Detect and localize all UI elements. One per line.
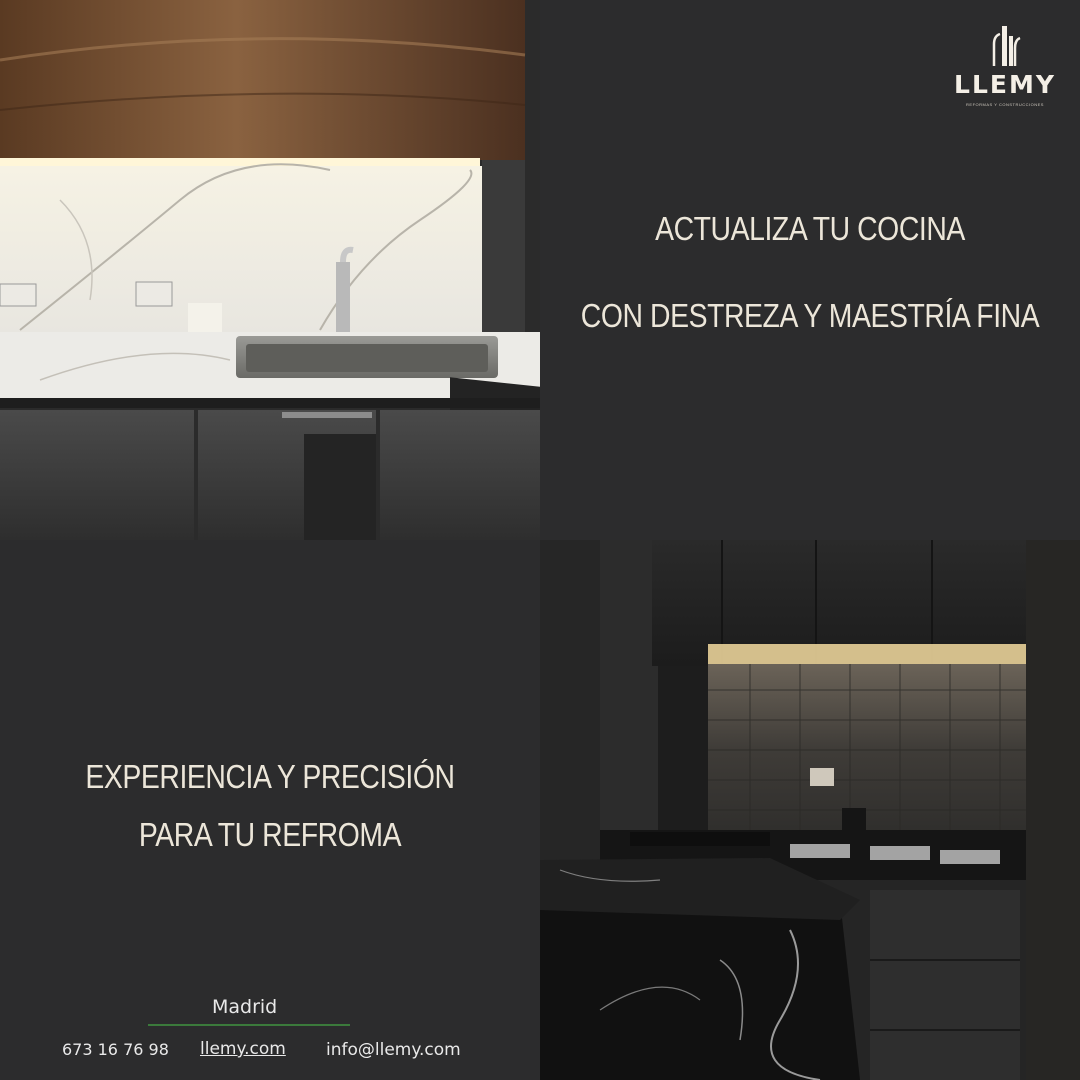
headline-line-4: PARA TU REFROMA — [138, 816, 402, 853]
website-link[interactable]: llemy.com — [200, 1039, 286, 1059]
divider-line — [148, 1024, 350, 1026]
brand-logo: LLEMY Reformas y Construcciones — [950, 22, 1060, 107]
brand-name: LLEMY — [954, 70, 1056, 99]
kitchen-photo-light — [0, 0, 540, 540]
city-label: Madrid — [212, 996, 278, 1018]
email-link[interactable]: info@llemy.com — [326, 1040, 461, 1060]
headline-line-1: ACTUALIZA TU COCINA — [655, 210, 965, 247]
brand-tagline: Reformas y Construcciones — [966, 102, 1044, 107]
kitchen-photo-dark — [540, 540, 1080, 1080]
headline-line-3: EXPERIENCIA Y PRECISIÓN — [85, 758, 455, 795]
headline-line-2: CON DESTREZA Y MAESTRÍA FINA — [580, 297, 1040, 334]
building-icon — [992, 26, 1021, 66]
phone-number[interactable]: 673 16 76 98 — [62, 1040, 169, 1059]
